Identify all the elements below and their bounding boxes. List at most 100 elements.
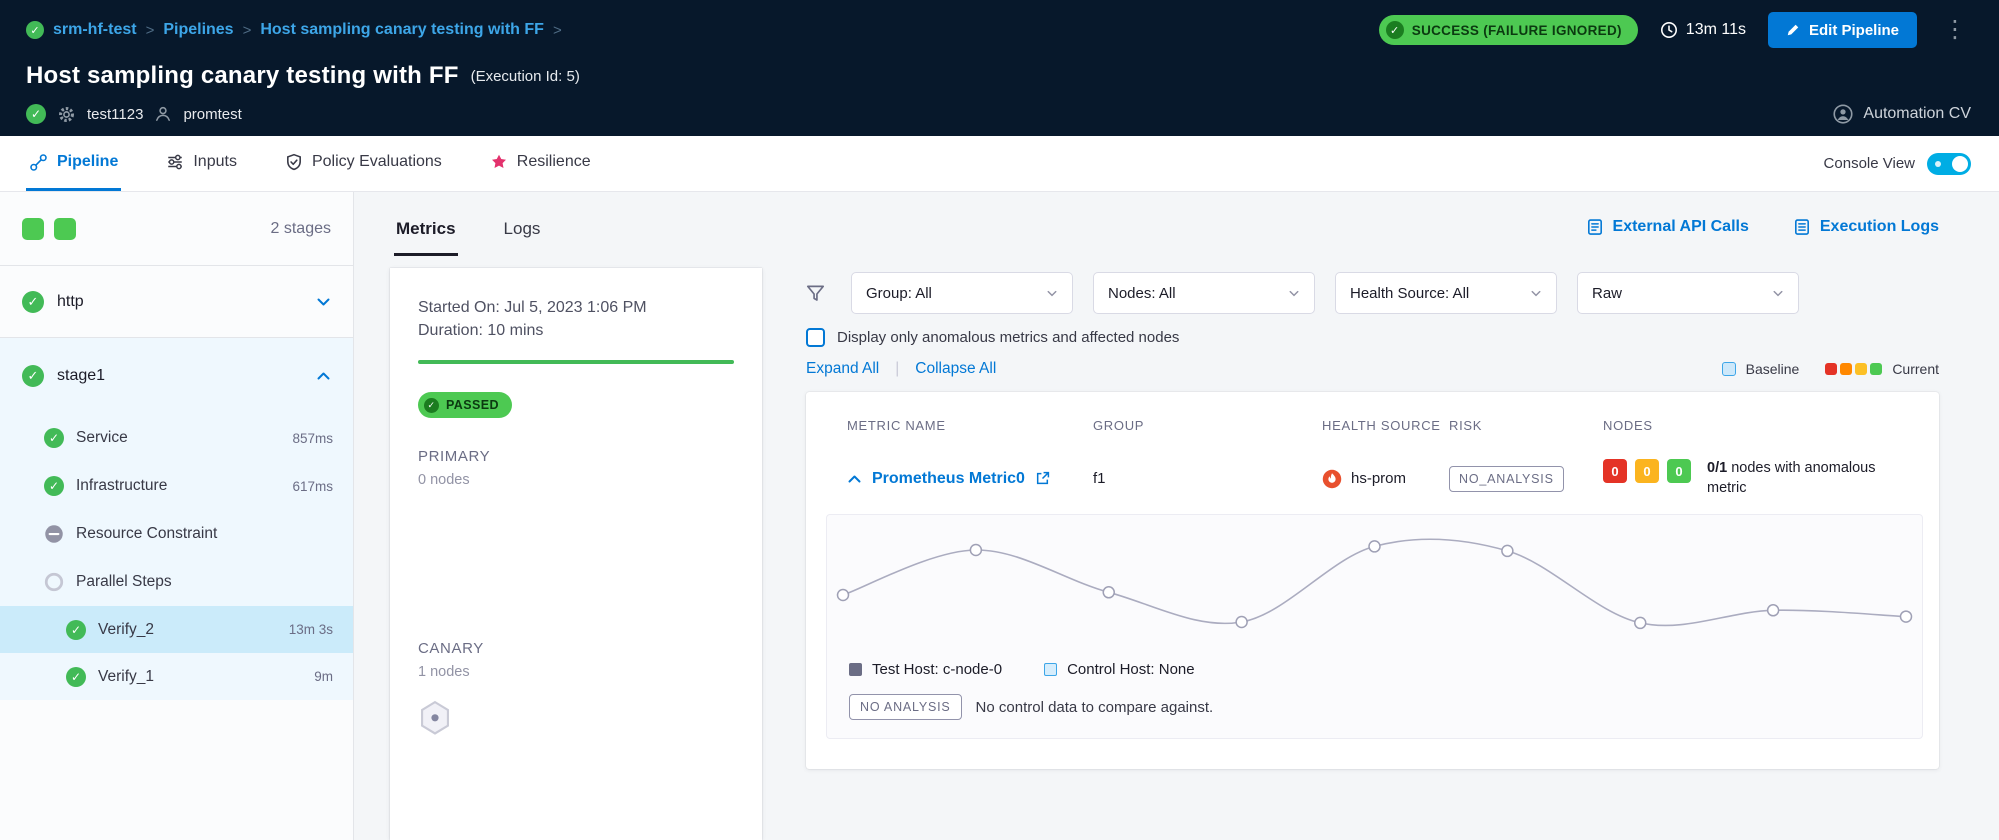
check-circle-icon: ✓: [66, 620, 86, 640]
inputs-icon: [166, 153, 184, 171]
chart-data-point: [1236, 617, 1247, 628]
control-host-label: Control Host: None: [1067, 661, 1195, 678]
started-on: Started On: Jul 5, 2023 1:06 PM: [418, 296, 734, 319]
verification-main: Metrics Logs External API Calls Executio…: [354, 192, 1999, 840]
anomalous-checkbox[interactable]: [806, 328, 825, 347]
canary-nodes: 1 nodes: [418, 664, 734, 680]
nodes-cell: 0 0 0 0/1 nodes with anomalous metric: [1603, 459, 1913, 498]
breadcrumb-separator: >: [553, 22, 562, 39]
data-type-select[interactable]: Raw: [1577, 272, 1799, 314]
anomalous-checkbox-label: Display only anomalous metrics and affec…: [837, 329, 1179, 346]
nodes-filter-select[interactable]: Nodes: All: [1093, 272, 1315, 314]
success-check-icon: ✓: [1386, 21, 1404, 39]
group-filter-select[interactable]: Group: All: [851, 272, 1073, 314]
chart-data-point: [970, 545, 981, 556]
metrics-table-header: METRIC NAME GROUP HEALTH SOURCE RISK NOD…: [806, 392, 1939, 443]
collapse-all-link[interactable]: Collapse All: [915, 360, 996, 378]
stage-status-square[interactable]: [22, 218, 44, 240]
tab-metrics[interactable]: Metrics: [394, 198, 458, 256]
metric-name-link[interactable]: Prometheus Metric0: [872, 470, 1025, 488]
header: ✓ srm-hf-test > Pipelines > Host samplin…: [0, 0, 1999, 136]
collapse-metric-chevron-icon[interactable]: [847, 473, 862, 485]
chevron-down-icon: [1046, 289, 1058, 298]
check-circle-icon: ✓: [44, 428, 64, 448]
execution-duration: 13m 11s: [1660, 21, 1746, 39]
policy-shield-icon: [285, 153, 303, 171]
chart-data-point: [1901, 611, 1912, 622]
expand-all-link[interactable]: Expand All: [806, 360, 879, 378]
sidebar-step-verify-2[interactable]: ✓ Verify_2 13m 3s: [0, 606, 353, 653]
tab-logs[interactable]: Logs: [502, 198, 543, 256]
verification-summary-card: Started On: Jul 5, 2023 1:06 PM Duration…: [390, 268, 762, 840]
sidebar-stage-stage1[interactable]: ✓ stage1: [0, 338, 353, 414]
metric-chart-svg[interactable]: [827, 525, 1922, 657]
external-api-icon: [1586, 218, 1604, 236]
status-badge: ✓ SUCCESS (FAILURE IGNORED): [1379, 15, 1638, 45]
check-circle-icon: ✓: [66, 667, 86, 687]
triggered-by-user: Automation CV: [1863, 105, 1971, 123]
test-host-label: Test Host: c-node-0: [872, 661, 1002, 678]
breadcrumb-pipelines[interactable]: Pipelines: [163, 21, 233, 39]
edit-pipeline-button[interactable]: Edit Pipeline: [1768, 12, 1917, 48]
more-options-icon[interactable]: ⋮: [1939, 18, 1971, 42]
gear-icon: [57, 105, 76, 124]
current-yellow-swatch: [1855, 363, 1867, 375]
pipeline-icon: [29, 153, 48, 172]
chevron-down-icon: [1772, 289, 1784, 298]
sidebar-stage-http[interactable]: ✓ http: [0, 266, 353, 338]
breadcrumb: ✓ srm-hf-test > Pipelines > Host samplin…: [26, 21, 562, 39]
external-link-icon[interactable]: [1035, 471, 1050, 486]
breadcrumb-project[interactable]: srm-hf-test: [53, 21, 137, 39]
control-host-swatch: [1044, 663, 1057, 676]
current-green-swatch: [1870, 363, 1882, 375]
metrics-table-card: METRIC NAME GROUP HEALTH SOURCE RISK NOD…: [806, 392, 1939, 769]
duration-label: 13m 11s: [1686, 21, 1746, 39]
breadcrumb-pipeline-name[interactable]: Host sampling canary testing with FF: [260, 21, 544, 39]
filter-row: Group: All Nodes: All Health Source: All: [806, 272, 1939, 314]
sidebar-step-service[interactable]: ✓ Service 857ms: [0, 414, 353, 462]
health-source-cell: hs-prom: [1322, 469, 1449, 489]
chevron-down-icon: [1288, 289, 1300, 298]
chart-data-point: [838, 590, 849, 601]
chart-legend: Baseline Current: [1722, 361, 1939, 377]
passed-badge: ✓ PASSED: [418, 392, 512, 418]
tab-inputs[interactable]: Inputs: [163, 136, 240, 191]
sidebar-step-verify-1[interactable]: ✓ Verify_1 9m: [0, 653, 353, 700]
sidebar-step-resource-constraint[interactable]: Resource Constraint: [0, 510, 353, 558]
sidebar-step-infrastructure[interactable]: ✓ Infrastructure 617ms: [0, 462, 353, 510]
tab-policy-evaluations[interactable]: Policy Evaluations: [282, 136, 445, 191]
chevron-up-icon[interactable]: [316, 370, 331, 382]
chevron-down-icon[interactable]: [316, 296, 331, 308]
execution-logs-link[interactable]: Execution Logs: [1793, 218, 1939, 236]
execution-id: (Execution Id: 5): [471, 68, 580, 85]
node-count-green: 0: [1667, 459, 1691, 483]
console-view-toggle[interactable]: [1927, 153, 1971, 175]
resilience-icon: [490, 153, 508, 171]
console-view-label: Console View: [1824, 155, 1915, 172]
health-source-filter-select[interactable]: Health Source: All: [1335, 272, 1557, 314]
external-api-calls-link[interactable]: External API Calls: [1586, 218, 1749, 236]
chart-data-point: [1369, 541, 1380, 552]
chart-data-point: [1635, 618, 1646, 629]
verification-tabs-row: Metrics Logs External API Calls Executio…: [354, 192, 1999, 262]
sidebar-step-parallel-steps[interactable]: Parallel Steps: [0, 558, 353, 606]
canary-node-hexagon-icon[interactable]: [418, 700, 452, 736]
expand-collapse-row: Expand All | Collapse All Baseline: [806, 360, 1939, 378]
primary-nodes: 0 nodes: [418, 472, 734, 488]
status-badge-label: SUCCESS (FAILURE IGNORED): [1412, 23, 1622, 38]
tab-resilience[interactable]: Resilience: [487, 136, 594, 191]
success-check-icon: ✓: [424, 398, 439, 413]
stage-status-square[interactable]: [54, 218, 76, 240]
console-view-control: Console View: [1824, 136, 1971, 191]
filter-icon[interactable]: [806, 284, 825, 303]
metrics-analysis: Group: All Nodes: All Health Source: All: [762, 262, 1999, 840]
user-tag-icon: [154, 105, 172, 123]
nodes-summary: 0/1 nodes with anomalous metric: [1707, 459, 1913, 498]
chart-data-point: [1103, 587, 1114, 598]
environment-tag[interactable]: promtest: [183, 106, 241, 123]
check-circle-icon: ✓: [22, 365, 44, 387]
page-title: Host sampling canary testing with FF: [26, 62, 459, 90]
verification-duration: Duration: 10 mins: [418, 319, 734, 342]
service-tag[interactable]: test1123: [87, 106, 143, 123]
tab-pipeline[interactable]: Pipeline: [26, 136, 121, 191]
